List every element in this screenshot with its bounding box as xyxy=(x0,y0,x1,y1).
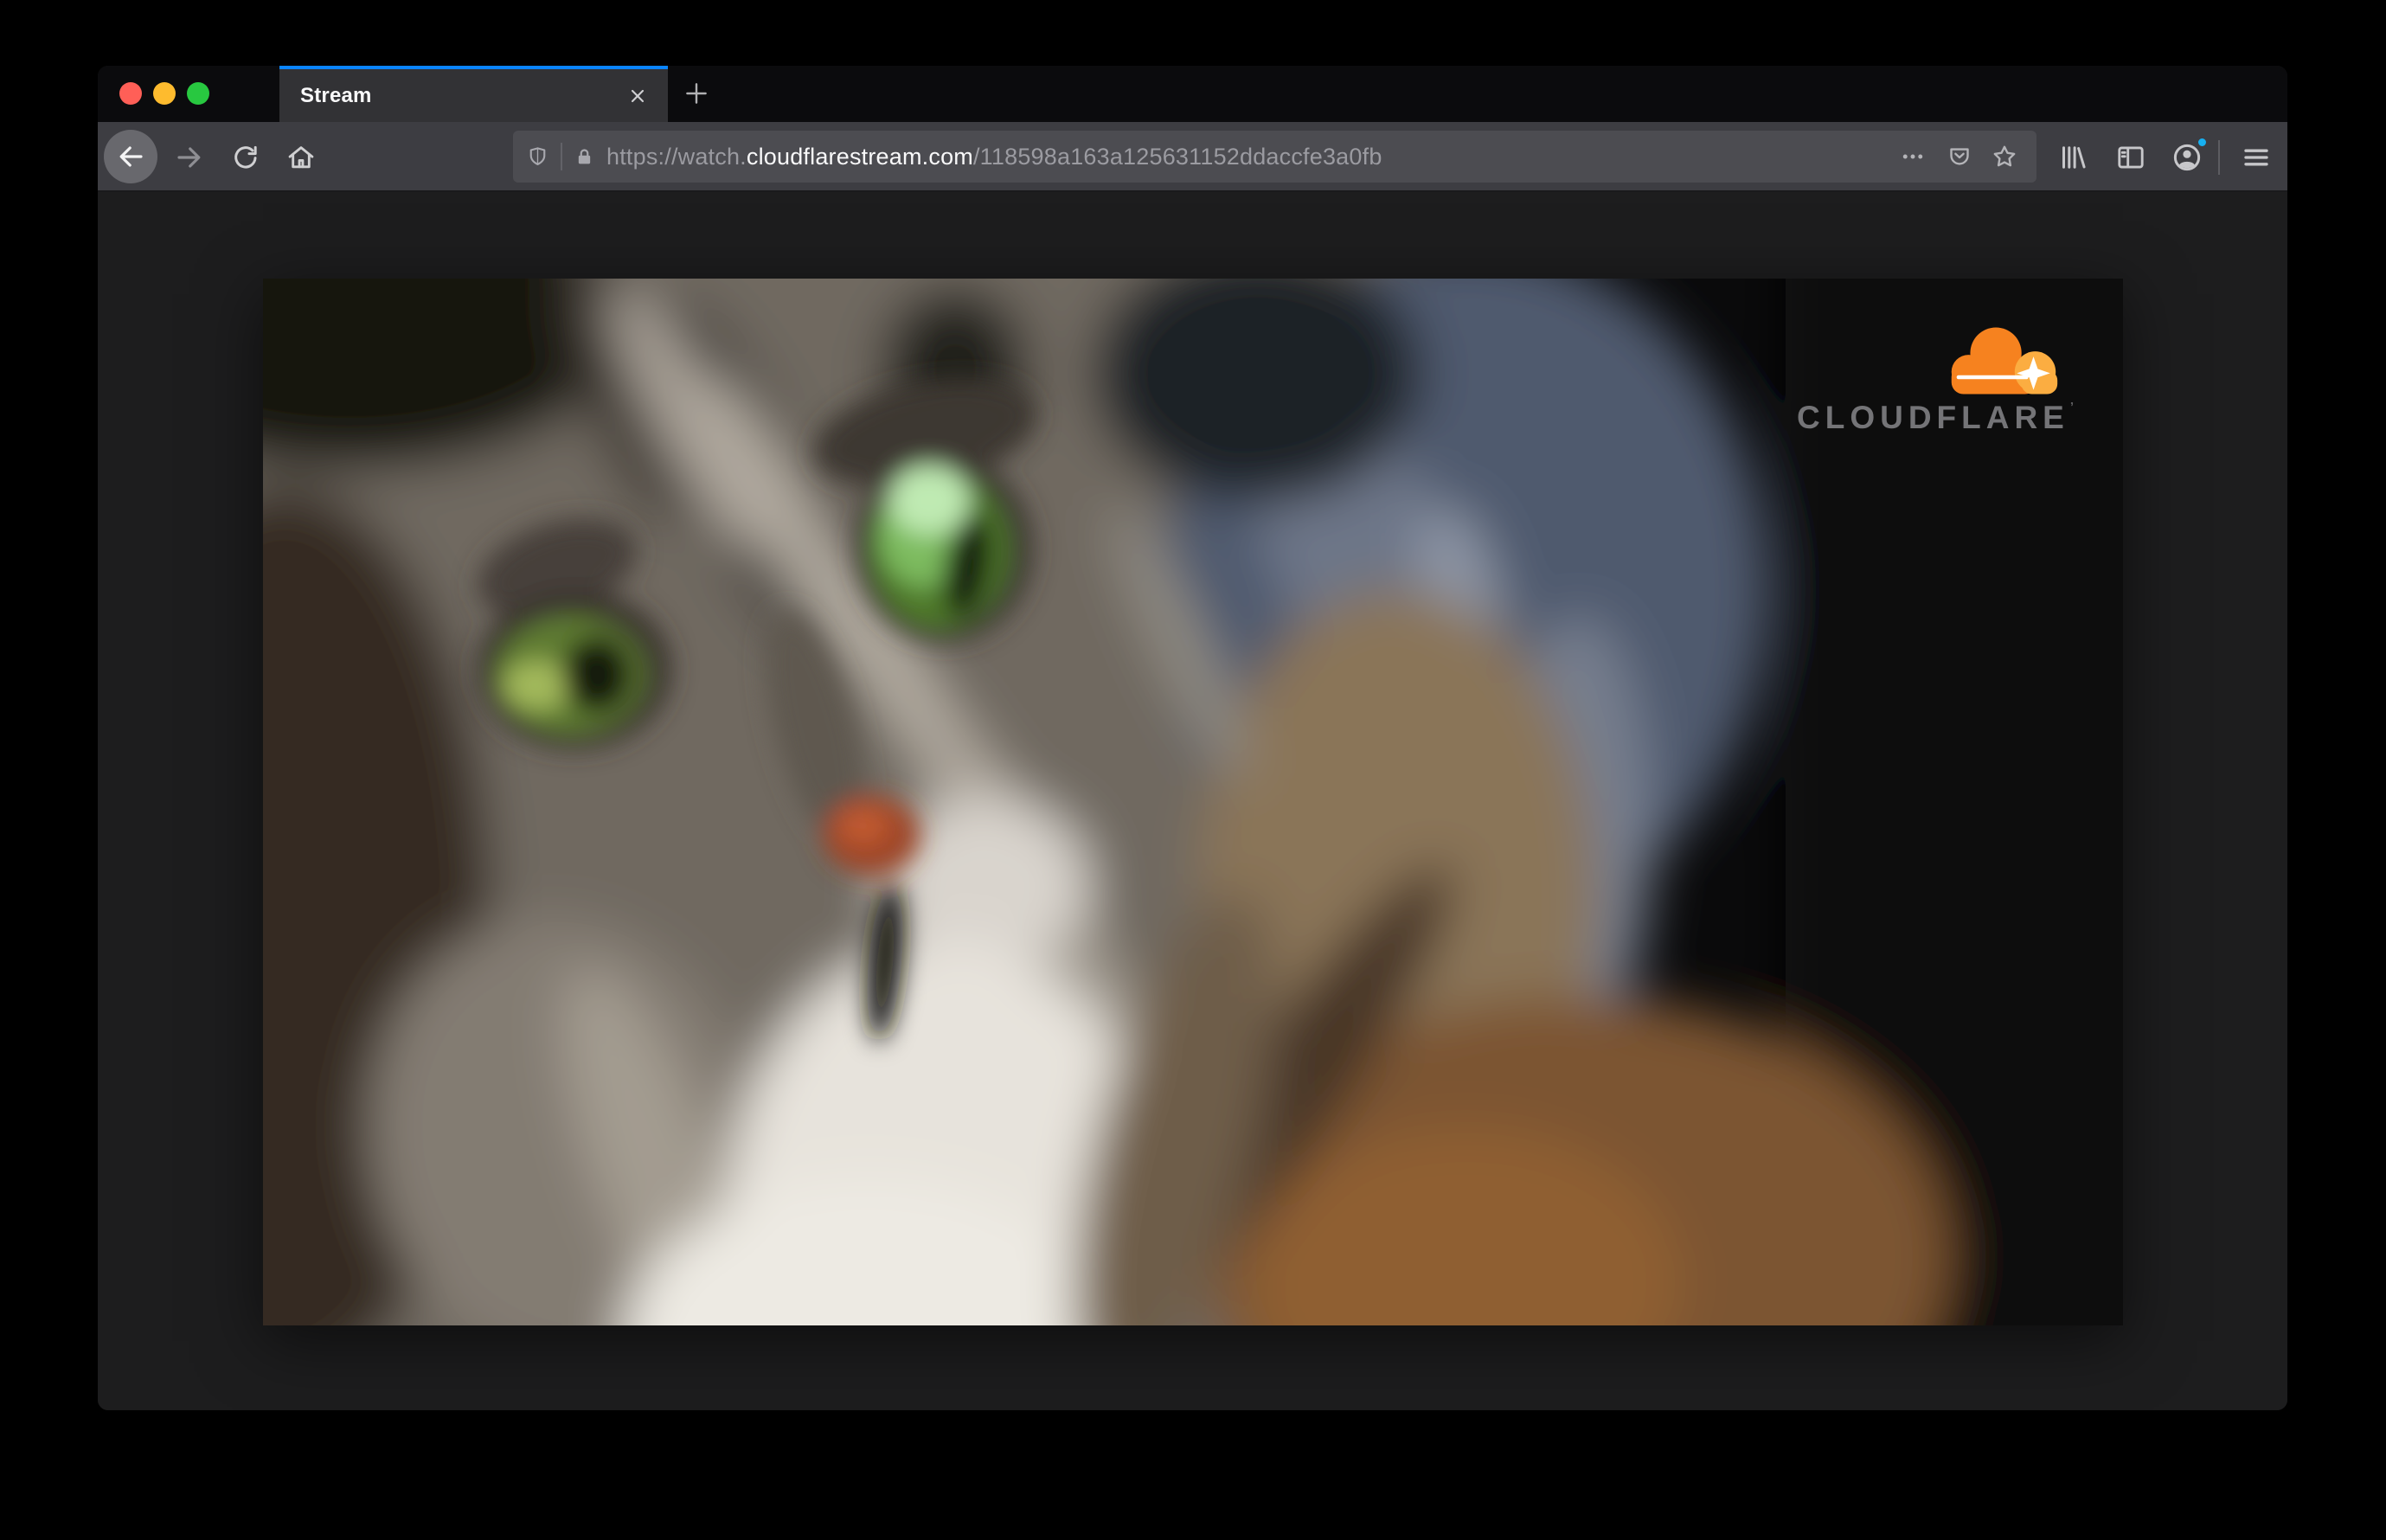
home-button[interactable] xyxy=(282,138,320,176)
forward-icon xyxy=(177,147,201,168)
cloudflare-wordmark: CLOUDFLARE’ xyxy=(1797,400,2075,435)
cloudflare-cloud-icon xyxy=(1951,327,2058,395)
new-tab-button[interactable] xyxy=(679,76,714,111)
star-icon xyxy=(1993,145,2016,167)
traffic-light-close[interactable] xyxy=(119,82,142,105)
url-prefix: https://watch. xyxy=(606,143,747,170)
account-button[interactable] xyxy=(2168,137,2208,176)
video-player[interactable]: CLOUDFLARE’ xyxy=(263,279,2123,1325)
titlebar[interactable]: Stream xyxy=(98,66,2287,122)
menu-icon xyxy=(2244,149,2268,166)
plus-icon xyxy=(686,83,707,104)
pocket-icon xyxy=(1950,148,1969,165)
bookmark-star-button[interactable] xyxy=(1985,138,2024,176)
browser-window: Stream https://watch.cloudflarestream.co… xyxy=(98,66,2287,1410)
account-notification-dot xyxy=(2197,137,2208,148)
address-bar[interactable]: https://watch.cloudflarestream.com/11859… xyxy=(513,131,2036,183)
cloudflare-logo: CLOUDFLARE’ xyxy=(1797,322,2075,436)
trademark-mark: ’ xyxy=(2069,400,2075,414)
reload-button[interactable] xyxy=(227,138,265,176)
tab-label: Stream xyxy=(300,83,372,107)
url-text: https://watch.cloudflarestream.com/11859… xyxy=(606,144,1382,170)
toolbar-separator xyxy=(2218,140,2220,175)
forward-button[interactable] xyxy=(170,138,208,176)
sidebar-toggle-button[interactable] xyxy=(2112,138,2150,176)
reload-icon xyxy=(234,145,257,169)
shield-icon[interactable] xyxy=(526,145,549,169)
url-path: /118598a163a125631152ddaccfe3a0fb xyxy=(972,143,1382,170)
desktop: Stream https://watch.cloudflarestream.co… xyxy=(0,0,2386,1540)
sidebar-icon xyxy=(2118,146,2144,169)
page-content: CLOUDFLARE’ xyxy=(98,192,2287,1410)
lock-icon[interactable] xyxy=(574,146,595,168)
back-icon xyxy=(119,146,143,167)
menu-button[interactable] xyxy=(2237,138,2275,176)
navigation-toolbar: https://watch.cloudflarestream.com/11859… xyxy=(98,122,2287,192)
tab-stream[interactable]: Stream xyxy=(279,66,668,122)
library-button[interactable] xyxy=(2054,138,2092,176)
back-button[interactable] xyxy=(104,130,157,183)
home-icon xyxy=(288,146,314,169)
pocket-button[interactable] xyxy=(1940,138,1979,176)
traffic-light-minimize[interactable] xyxy=(153,82,176,105)
traffic-light-zoom[interactable] xyxy=(187,82,209,105)
ellipsis-icon xyxy=(1902,154,1923,159)
urlbar-separator xyxy=(561,143,562,170)
close-icon[interactable] xyxy=(621,80,654,112)
page-actions-button[interactable] xyxy=(1894,138,1932,176)
url-host: cloudflarestream.com xyxy=(746,143,973,170)
library-icon xyxy=(2062,146,2086,169)
